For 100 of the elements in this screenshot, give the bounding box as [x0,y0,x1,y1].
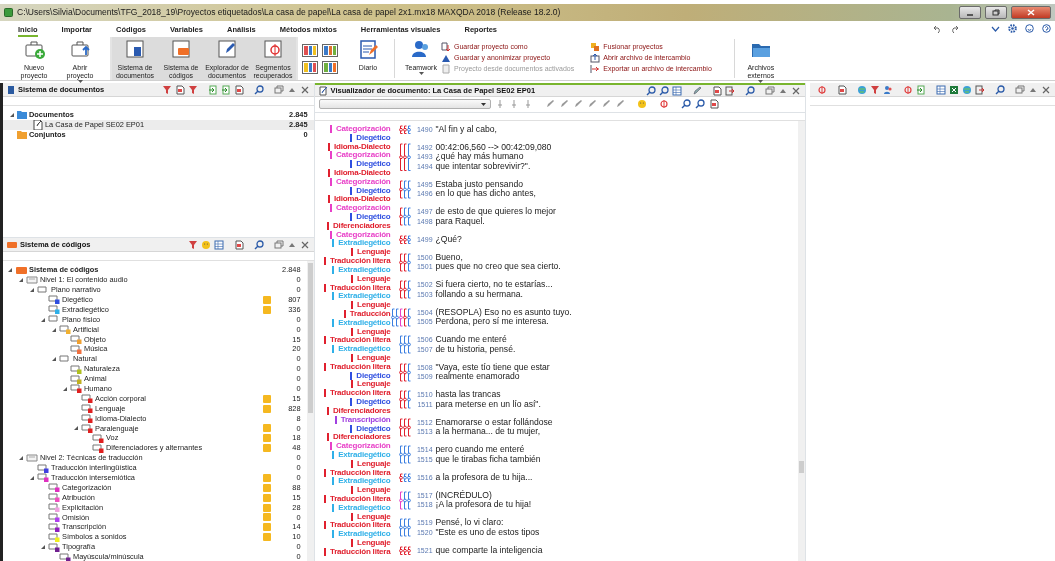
document-dropdown[interactable] [318,99,491,110]
filter-icon[interactable] [870,84,880,95]
code-label[interactable]: Diferenciadores [327,406,391,415]
document-icon[interactable] [174,84,185,95]
coding-bracket[interactable] [406,308,411,327]
code-label[interactable]: Lenguaje [351,274,391,283]
filter-icon[interactable] [187,239,198,250]
coding-bracket[interactable] [398,363,403,382]
code-label[interactable]: Lenguaje [351,354,391,363]
code-label[interactable]: Categorización [330,151,391,160]
code-label[interactable]: Lenguaje [351,327,391,336]
code-label[interactable]: Lenguaje [351,301,391,310]
coding-bracket[interactable] [406,390,411,409]
code-symbol-icon[interactable] [903,84,913,95]
code-label[interactable]: Diferenciadores [327,221,391,230]
export-icon[interactable] [725,85,735,96]
coding-bracket[interactable] [402,253,407,272]
grid-icon[interactable] [672,85,682,96]
code-label[interactable]: Traducción litera [323,468,391,477]
coding-bracket[interactable] [398,143,403,171]
coding-bracket[interactable] [398,335,403,354]
code-label[interactable]: Lenguaje [351,539,391,548]
redo-icon[interactable] [950,24,959,33]
code-label[interactable]: Traducción litera [323,283,391,292]
code-symbol-icon[interactable] [658,99,669,110]
export-icon[interactable] [975,84,985,95]
coding-bracket[interactable] [402,491,407,510]
spreadsheet-icon[interactable] [949,84,959,95]
coding-bracket[interactable] [402,280,407,299]
close-icon[interactable] [791,85,801,96]
close-icon[interactable] [299,239,310,250]
coding-bracket[interactable] [398,473,403,482]
code-label[interactable]: Idioma-Dialecto [327,142,391,151]
code-label[interactable]: Diegético [350,371,391,380]
globe-icon[interactable] [857,84,867,95]
expand-arrow-icon[interactable] [18,455,24,462]
code-label[interactable]: Categorización [330,177,391,186]
coding-bracket[interactable] [406,363,411,382]
coding-bracket[interactable] [402,335,407,354]
code-label[interactable]: Diegético [350,398,391,407]
smiley-icon[interactable] [200,239,211,250]
document-icon[interactable] [712,85,722,96]
undo-icon[interactable] [933,24,942,33]
code-label[interactable]: Lenguaje [351,248,391,257]
code-label[interactable]: Categorización [330,124,391,133]
coding-bracket[interactable] [398,308,403,327]
restore-button[interactable] [985,6,1007,19]
coding-bracket[interactable] [402,390,407,409]
code-label[interactable]: Lenguaje [351,512,391,521]
expand-arrow-icon[interactable] [18,277,24,284]
code-label[interactable]: Traducción litera [323,336,391,345]
code-label[interactable]: Diferenciadores [327,433,391,442]
expand-arrow-icon[interactable] [73,425,79,432]
coding-bracket[interactable] [398,491,403,510]
layout-icon[interactable] [302,43,318,57]
layout-icon[interactable] [302,60,318,74]
import-icon[interactable] [220,84,231,95]
import-icon[interactable] [207,84,218,95]
expand-arrow-icon[interactable] [51,356,57,363]
minimize-button[interactable] [959,6,981,19]
code-label[interactable]: Categorización [330,230,391,239]
coding-bracket[interactable] [406,445,411,464]
coding-bracket[interactable] [402,143,407,171]
coding-bracket[interactable] [398,445,403,464]
expand-arrow-icon[interactable] [51,326,57,333]
search-icon[interactable] [646,85,656,96]
close-button[interactable] [1011,6,1051,19]
code-label[interactable]: Traducción litera [323,495,391,504]
code-label[interactable]: Transcripción [334,415,391,424]
filter-icon[interactable] [161,84,172,95]
undock-icon[interactable] [273,84,284,95]
undock-icon[interactable] [273,239,284,250]
coding-bracket[interactable] [402,546,407,555]
coding-bracket[interactable] [398,235,403,244]
coding-bracket[interactable] [406,335,411,354]
coding-bracket[interactable] [394,308,399,327]
coding-bracket[interactable] [398,207,403,226]
document-icon[interactable] [233,239,244,250]
coding-bracket[interactable] [402,207,407,226]
scrollbar-thumb[interactable] [307,263,313,414]
code-label[interactable]: Categorización [330,442,391,451]
coding-bracket[interactable] [398,546,403,555]
grid-icon[interactable] [936,84,946,95]
smiley-icon[interactable] [636,99,647,110]
coding-bracket[interactable] [406,546,411,555]
globe-icon[interactable] [962,84,972,95]
pencil-icon[interactable] [692,85,702,96]
code-label[interactable]: Lenguaje [351,459,391,468]
code-label[interactable]: Lenguaje [351,380,391,389]
code-label[interactable]: Traducción litera [323,257,391,266]
search-icon[interactable] [253,239,264,250]
code-label[interactable]: Diegético [350,424,391,433]
code-label[interactable]: Traducción litera [323,389,391,398]
code-label[interactable]: Traducción litera [323,521,391,530]
coding-bracket[interactable] [402,235,407,244]
coding-bracket[interactable] [402,445,407,464]
settings-icon[interactable] [1008,24,1017,33]
coding-bracket[interactable] [406,207,411,226]
coding-bracket[interactable] [390,308,395,327]
coding-bracket[interactable] [402,518,407,537]
